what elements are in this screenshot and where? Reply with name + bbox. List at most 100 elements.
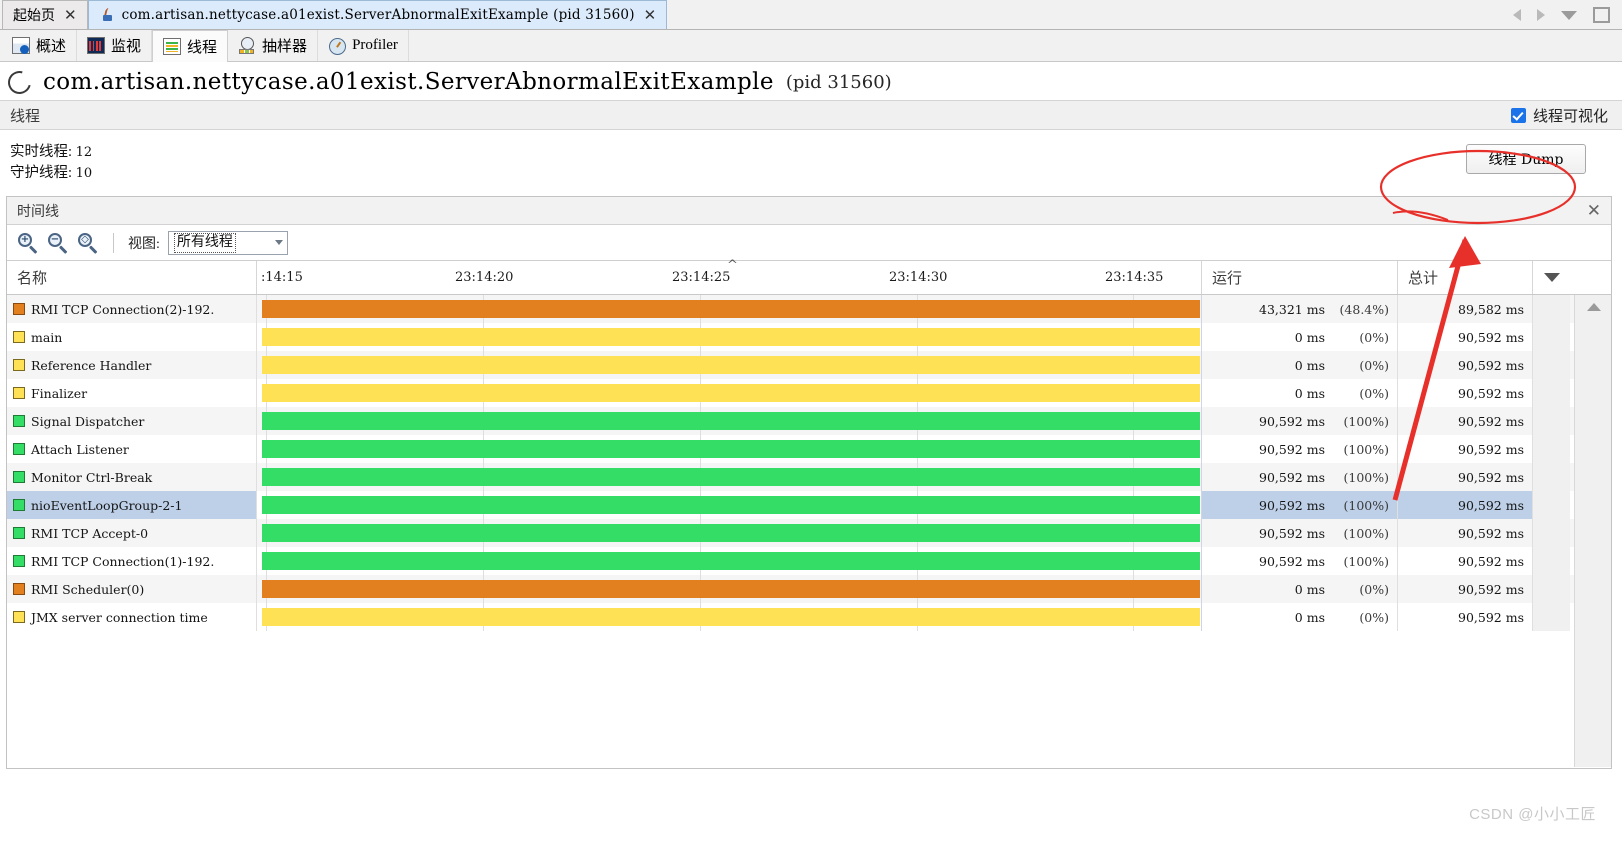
table-row[interactable]: Monitor Ctrl-Break 90,592 ms (100%) 90,592 … <box>7 463 1611 491</box>
time-tick-3: 23:14:30 <box>889 270 948 285</box>
daemon-threads-value: 10 <box>75 166 93 181</box>
thread-name-cell: JMX server connection time <box>7 603 257 631</box>
thread-timeline-cell[interactable] <box>257 603 1202 631</box>
table-row[interactable]: RMI TCP Connection(1)-192. 90,592 ms (100%… <box>7 547 1611 575</box>
total-time-cell: 90,592 ms <box>1398 463 1533 491</box>
tab-start-page[interactable]: 起始页 ✕ <box>2 0 88 29</box>
thread-color-swatch-icon <box>13 443 25 455</box>
thread-name-cell: Signal Dispatcher <box>7 407 257 435</box>
running-time-ms: 0 ms <box>1294 385 1325 401</box>
thread-name-cell: nioEventLoopGroup-2-1 <box>7 491 257 519</box>
thread-color-swatch-icon <box>13 303 25 315</box>
tab-profiler[interactable]: Profiler <box>318 30 409 61</box>
tab-monitor-label: 监视 <box>111 39 142 55</box>
tab-application-close-icon[interactable]: ✕ <box>642 8 659 23</box>
java-icon <box>99 7 115 23</box>
scroll-up-icon[interactable] <box>1587 303 1601 311</box>
tab-threads[interactable]: 线程 <box>152 29 229 62</box>
table-row[interactable]: Reference Handler 0 ms (0%) 90,592 ms <box>7 351 1611 379</box>
view-select[interactable]: 所有线程 <box>167 230 288 255</box>
total-time-cell: 90,592 ms <box>1398 547 1533 575</box>
thread-timeline-cell[interactable] <box>257 575 1202 603</box>
thread-color-swatch-icon <box>13 331 25 343</box>
thread-timeline-cell[interactable] <box>257 435 1202 463</box>
thread-name-label: main <box>31 329 63 345</box>
column-header-total[interactable]: 总计 <box>1398 261 1533 294</box>
column-chooser-icon[interactable] <box>1533 261 1570 294</box>
live-threads-value: 12 <box>75 145 93 160</box>
thread-timeline-cell[interactable] <box>257 351 1202 379</box>
thread-color-swatch-icon <box>13 583 25 595</box>
thread-timeline-cell[interactable] <box>257 323 1202 351</box>
thread-timeline-cell[interactable] <box>257 407 1202 435</box>
thread-dump-button[interactable]: 线程 Dump <box>1466 144 1586 174</box>
zoom-out-icon[interactable]: − <box>47 232 69 254</box>
running-time-percent: (0%) <box>1359 581 1389 597</box>
tab-application[interactable]: com.artisan.nettycase.a01exist.ServerAbn… <box>87 0 668 29</box>
total-time-cell: 90,592 ms <box>1398 575 1533 603</box>
thread-name-label: Attach Listener <box>31 441 129 457</box>
thread-visualization-label: 线程可视化 <box>1532 108 1608 125</box>
thread-name-cell: Attach Listener <box>7 435 257 463</box>
running-time-cell: 90,592 ms (100%) <box>1202 519 1398 547</box>
table-row[interactable]: main 0 ms (0%) 90,592 ms <box>7 323 1611 351</box>
profiler-icon <box>328 37 347 55</box>
table-row[interactable]: JMX server connection time 0 ms (0%) 90,592… <box>7 603 1611 631</box>
running-time-percent: (100%) <box>1343 441 1390 457</box>
tab-strip-controls <box>1513 7 1622 29</box>
thread-name-cell: RMI TCP Connection(1)-192. <box>7 547 257 575</box>
zoom-in-icon[interactable]: + <box>17 232 39 254</box>
chevron-left-icon[interactable] <box>1513 9 1521 21</box>
timeline-header: 时间线 ✕ <box>7 197 1611 225</box>
chevron-right-icon[interactable] <box>1537 9 1545 21</box>
thread-color-swatch-icon <box>13 471 25 483</box>
time-tick-0: :14:15 <box>261 270 303 285</box>
row-scroll-gutter <box>1533 351 1570 379</box>
table-row[interactable]: RMI TCP Connection(2)-192. 43,321 ms (48.4… <box>7 295 1611 323</box>
overview-icon <box>12 37 30 54</box>
running-time-ms: 0 ms <box>1294 357 1325 373</box>
thread-visualization-checkbox[interactable]: 线程可视化 <box>1510 105 1608 126</box>
thread-timeline-cell[interactable] <box>257 491 1202 519</box>
tab-sampler[interactable]: 抽样器 <box>228 30 319 61</box>
table-row[interactable]: Attach Listener 90,592 ms (100%) 90,592 ms <box>7 435 1611 463</box>
thread-timeline-cell[interactable] <box>257 379 1202 407</box>
running-time-cell: 0 ms (0%) <box>1202 351 1398 379</box>
table-row[interactable]: Signal Dispatcher 90,592 ms (100%) 90,592 m… <box>7 407 1611 435</box>
running-time-ms: 90,592 ms <box>1259 553 1325 569</box>
running-time-percent: (0%) <box>1359 329 1389 345</box>
running-time-percent: (0%) <box>1359 357 1389 373</box>
total-time-cell: 90,592 ms <box>1398 323 1533 351</box>
thread-timeline-cell[interactable] <box>257 519 1202 547</box>
reload-icon <box>3 66 36 98</box>
zoom-fit-icon[interactable]: ◇ <box>77 232 99 254</box>
table-row[interactable]: Finalizer 0 ms (0%) 90,592 ms <box>7 379 1611 407</box>
table-row[interactable]: RMI TCP Accept-0 90,592 ms (100%) 90,592 ms <box>7 519 1611 547</box>
thread-name-label: Signal Dispatcher <box>31 413 145 429</box>
table-row[interactable]: nioEventLoopGroup-2-1 90,592 ms (100%) 90,5… <box>7 491 1611 519</box>
tab-overview[interactable]: 概述 <box>2 30 78 61</box>
column-header-name[interactable]: 名称 <box>7 261 257 294</box>
thread-activity-bar <box>262 580 1200 598</box>
total-time-cell: 90,592 ms <box>1398 603 1533 631</box>
chevron-down-icon[interactable] <box>1561 10 1577 20</box>
row-scroll-gutter <box>1533 295 1570 323</box>
column-header-running[interactable]: 运行 <box>1202 261 1398 294</box>
close-icon[interactable]: ✕ <box>1587 202 1601 219</box>
table-row[interactable]: RMI Scheduler(0) 0 ms (0%) 90,592 ms <box>7 575 1611 603</box>
thread-timeline-cell[interactable] <box>257 295 1202 323</box>
running-time-percent: (48.4%) <box>1339 301 1389 317</box>
thread-activity-bar <box>262 608 1200 626</box>
vertical-scrollbar[interactable] <box>1574 295 1611 767</box>
row-scroll-gutter <box>1533 603 1570 631</box>
tab-start-page-close-icon[interactable]: ✕ <box>62 8 79 23</box>
thread-color-swatch-icon <box>13 415 25 427</box>
thread-timeline-cell[interactable] <box>257 463 1202 491</box>
thread-timeline-cell[interactable] <box>257 547 1202 575</box>
tab-monitor[interactable]: 监视 <box>77 30 153 61</box>
row-scroll-gutter <box>1533 379 1570 407</box>
thread-name-cell: RMI Scheduler(0) <box>7 575 257 603</box>
maximize-icon[interactable] <box>1593 7 1610 23</box>
running-time-percent: (100%) <box>1343 525 1390 541</box>
row-scroll-gutter <box>1533 547 1570 575</box>
